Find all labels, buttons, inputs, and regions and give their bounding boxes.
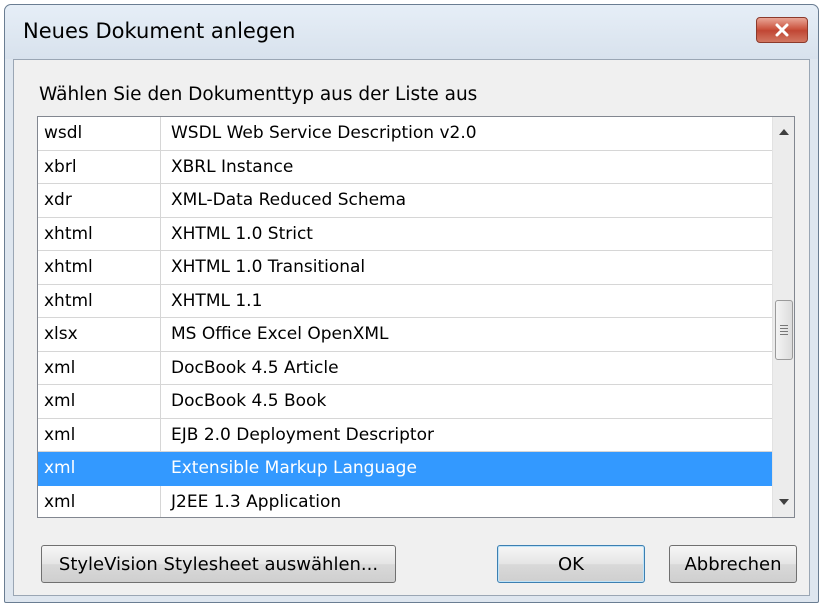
close-button[interactable] xyxy=(756,17,808,43)
list-item-extension: xml xyxy=(44,357,76,378)
column-divider xyxy=(160,452,161,485)
list-item[interactable]: xhtml XHTML 1.0 Transitional xyxy=(38,251,772,285)
column-divider xyxy=(160,284,161,317)
list-item[interactable]: xml DocBook 4.5 Article xyxy=(38,351,772,385)
cancel-button[interactable]: Abbrechen xyxy=(669,545,797,583)
list-item-description: XML-Data Reduced Schema xyxy=(171,190,407,210)
list-item-extension: xml xyxy=(44,424,76,445)
column-divider xyxy=(160,385,161,418)
list-item-description: XHTML 1.0 Strict xyxy=(171,223,313,244)
scroll-up-button[interactable] xyxy=(773,121,794,143)
scroll-down-button[interactable] xyxy=(773,491,794,513)
ok-button[interactable]: OK xyxy=(497,545,645,583)
list-item-description: WSDL Web Service Description v2.0 xyxy=(171,123,477,143)
window-title: Neues Dokument anlegen xyxy=(23,19,296,43)
list-item-description: MS Office Excel OpenXML xyxy=(171,324,389,344)
list-item[interactable]: xml J2EE 1.3 Application xyxy=(38,485,772,517)
list-item[interactable]: xbrl XBRL Instance xyxy=(38,150,772,184)
column-divider xyxy=(160,184,161,217)
list-item-description: XHTML 1.0 Transitional xyxy=(171,257,366,277)
arrow-up-icon xyxy=(779,129,789,135)
title-bar[interactable]: Neues Dokument anlegen xyxy=(5,5,818,59)
list-item-description: DocBook 4.5 Article xyxy=(171,357,339,378)
list-item[interactable]: xlsx MS Office Excel OpenXML xyxy=(38,318,772,352)
prompt-label: Wählen Sie den Dokumenttyp aus der Liste… xyxy=(39,84,478,105)
list-item-extension: xlsx xyxy=(44,324,78,344)
list-item-extension: xml xyxy=(44,458,76,478)
column-divider xyxy=(160,251,161,284)
list-rows: wsdl WSDL Web Service Description v2.0 xbr… xyxy=(38,117,772,517)
list-item-extension: xml xyxy=(44,491,76,512)
list-item-extension: wsdl xyxy=(44,123,83,143)
list-item-extension: xbrl xyxy=(44,156,77,177)
column-divider xyxy=(160,217,161,250)
column-divider xyxy=(160,418,161,451)
list-item-description: DocBook 4.5 Book xyxy=(171,391,327,411)
scroll-thumb[interactable] xyxy=(775,300,793,360)
list-item[interactable]: xml Extensible Markup Language xyxy=(38,452,772,486)
column-divider xyxy=(160,150,161,183)
list-item[interactable]: xml EJB 2.0 Deployment Descriptor xyxy=(38,418,772,452)
list-item-description: J2EE 1.3 Application xyxy=(171,491,342,512)
list-item-description: XHTML 1.1 xyxy=(171,290,263,311)
list-item-extension: xdr xyxy=(44,190,72,210)
dialog-body: Wählen Sie den Dokumenttyp aus der Liste… xyxy=(13,59,810,596)
vertical-scrollbar[interactable] xyxy=(772,117,794,517)
document-type-list[interactable]: wsdl WSDL Web Service Description v2.0 xbr… xyxy=(37,116,795,518)
column-divider xyxy=(160,351,161,384)
list-item[interactable]: xml DocBook 4.5 Book xyxy=(38,385,772,419)
list-item-extension: xhtml xyxy=(44,223,93,244)
column-divider xyxy=(160,485,161,517)
column-divider xyxy=(160,117,161,150)
list-item[interactable]: wsdl WSDL Web Service Description v2.0 xyxy=(38,117,772,151)
list-item-extension: xhtml xyxy=(44,290,93,311)
list-item-description: XBRL Instance xyxy=(171,156,294,177)
list-item-description: EJB 2.0 Deployment Descriptor xyxy=(171,424,434,445)
list-item-description: Extensible Markup Language xyxy=(171,458,417,478)
grip-icon xyxy=(780,323,788,337)
column-divider xyxy=(160,318,161,351)
list-item-extension: xhtml xyxy=(44,257,93,277)
list-item[interactable]: xdr XML-Data Reduced Schema xyxy=(38,184,772,218)
close-x-icon xyxy=(775,23,789,37)
list-item[interactable]: xhtml XHTML 1.0 Strict xyxy=(38,217,772,251)
list-item[interactable]: xhtml XHTML 1.1 xyxy=(38,284,772,318)
dialog-window: Neues Dokument anlegen Wählen Sie den Do… xyxy=(4,4,819,603)
arrow-down-icon xyxy=(779,499,789,505)
select-stylesheet-button[interactable]: StyleVision Stylesheet auswählen... xyxy=(41,545,396,583)
list-item-extension: xml xyxy=(44,391,76,411)
